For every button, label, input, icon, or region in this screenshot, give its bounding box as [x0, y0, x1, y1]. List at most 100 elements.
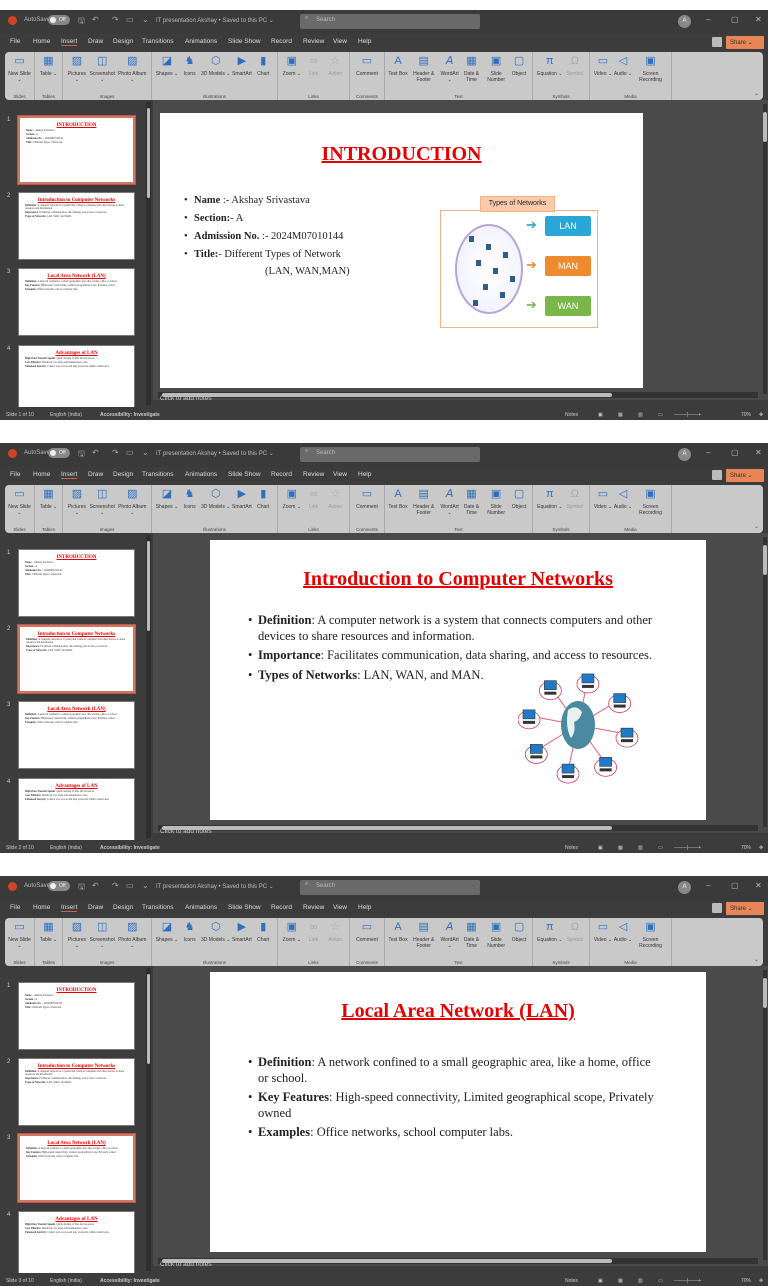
slideshow-icon[interactable]: ▭	[658, 1278, 663, 1284]
reading-view-icon[interactable]: ▥	[638, 1278, 643, 1284]
tab-design[interactable]: Design	[113, 904, 133, 911]
video-button[interactable]: ▭ Video ⌄	[593, 918, 613, 966]
zoom-level[interactable]: 70%	[741, 1278, 751, 1284]
language-indicator[interactable]: English (India)	[50, 845, 82, 851]
smartart-button[interactable]: ▶ SmartArt	[232, 485, 252, 533]
editor-horizontal-scrollbar[interactable]	[158, 392, 758, 398]
icons-button[interactable]: ♞ Icons	[180, 485, 200, 533]
tab-help[interactable]: Help	[358, 904, 371, 911]
tab-view[interactable]: View	[333, 904, 347, 911]
search-input[interactable]: Search	[300, 880, 480, 895]
table-button[interactable]: ▦ Table ⌄	[39, 52, 59, 100]
photo-album-button[interactable]: ▨ Photo Album ⌄	[117, 52, 148, 100]
tab-help[interactable]: Help	[358, 471, 371, 478]
reading-view-icon[interactable]: ▥	[638, 845, 643, 851]
slide-thumbnail[interactable]: Introduction to Computer Networks Definit…	[17, 624, 136, 694]
zoom-slider[interactable]: −——|——+	[674, 845, 701, 851]
tab-review[interactable]: Review	[303, 904, 324, 911]
object-button[interactable]: ▢ Object	[509, 918, 529, 966]
notes-pane[interactable]: Click to add notes	[153, 828, 768, 840]
zoom-button[interactable]: ▣ Zoom ⌄	[282, 52, 302, 100]
tab-slide-show[interactable]: Slide Show	[228, 471, 261, 478]
slide-thumbnail[interactable]: Local Area Network (LAN) Definition: A ne…	[18, 701, 135, 769]
search-input[interactable]: Search	[300, 14, 480, 29]
present-icon[interactable]: ▭	[126, 448, 134, 457]
comments-pane-button[interactable]	[712, 903, 722, 913]
minimize-icon[interactable]: –	[706, 881, 710, 890]
slide-thumbnail[interactable]: Advantages of LAN High-Data Transfer Spee…	[18, 1211, 135, 1273]
tab-slide-show[interactable]: Slide Show	[228, 904, 261, 911]
zoom-button[interactable]: ▣ Zoom ⌄	[282, 485, 302, 533]
tab-transitions[interactable]: Transitions	[142, 38, 174, 45]
minimize-icon[interactable]: –	[706, 448, 710, 457]
notes-button[interactable]: Notes	[565, 412, 578, 418]
audio-button[interactable]: ◁ Audio ⌄	[613, 52, 633, 100]
action-button[interactable]: ☆ Action	[325, 52, 345, 100]
notes-button[interactable]: Notes	[565, 845, 578, 851]
share-button[interactable]: Share ⌄	[726, 902, 764, 915]
autosave-toggle[interactable]: Off	[48, 881, 70, 891]
slide-sorter-icon[interactable]: ▦	[618, 845, 623, 851]
notes-pane[interactable]: Click to add notes	[153, 1261, 768, 1273]
customize-icon[interactable]: ⌄	[142, 15, 149, 24]
comments-pane-button[interactable]	[712, 37, 722, 47]
slide-thumbnail[interactable]: INTRODUCTION Name :- Akshay Srivastava Sec…	[18, 982, 135, 1050]
chart-button[interactable]: ▮ Chart	[253, 485, 273, 533]
slide-canvas[interactable]: Local Area Network (LAN) Definition: A ne…	[210, 972, 706, 1252]
normal-view-icon[interactable]: ▣	[598, 1278, 603, 1284]
tab-draw[interactable]: Draw	[88, 471, 103, 478]
slide-number-button[interactable]: ▣ Slide Number	[483, 485, 509, 533]
tab-file[interactable]: File	[10, 904, 20, 911]
undo-icon[interactable]: ↶	[92, 15, 99, 24]
slide-thumbnail[interactable]: Advantages of LAN High-Data Transfer Spee…	[18, 778, 135, 840]
scroll-thumb[interactable]	[763, 978, 767, 1008]
accessibility-status[interactable]: Accessibility: Investigate	[100, 845, 160, 851]
minimize-icon[interactable]: –	[706, 15, 710, 24]
equation-button[interactable]: π Equation ⌄	[537, 918, 562, 966]
scroll-thumb[interactable]	[162, 826, 612, 830]
accessibility-status[interactable]: Accessibility: Investigate	[100, 1278, 160, 1284]
chart-button[interactable]: ▮ Chart	[253, 52, 273, 100]
comment-button[interactable]: ▭ Comment	[356, 918, 378, 966]
tab-record[interactable]: Record	[271, 904, 292, 911]
tab-view[interactable]: View	[333, 471, 347, 478]
tab-home[interactable]: Home	[33, 38, 50, 45]
save-icon[interactable]: 🖫	[78, 15, 85, 29]
notes-button[interactable]: Notes	[565, 1278, 578, 1284]
action-button[interactable]: ☆ Action	[325, 918, 345, 966]
document-title[interactable]: IT presentation Akshay • Saved to this P…	[156, 450, 274, 457]
tab-record[interactable]: Record	[271, 38, 292, 45]
present-icon[interactable]: ▭	[126, 15, 134, 24]
smartart-button[interactable]: ▶ SmartArt	[232, 918, 252, 966]
tab-review[interactable]: Review	[303, 471, 324, 478]
reading-view-icon[interactable]: ▥	[638, 412, 643, 418]
scroll-thumb[interactable]	[162, 393, 612, 397]
undo-icon[interactable]: ↶	[92, 448, 99, 457]
screen-recording-button[interactable]: ▣ Screen Recording	[633, 52, 668, 100]
slide-thumbnail[interactable]: Advantages of LAN High-Data Transfer Spee…	[18, 345, 135, 407]
tab-insert[interactable]: Insert	[61, 471, 78, 479]
zoom-slider[interactable]: −——|——+	[674, 412, 701, 418]
scroll-thumb[interactable]	[763, 112, 767, 142]
wordart-button[interactable]: 𝘈 WordArt ⌄	[439, 485, 459, 533]
slide-canvas[interactable]: INTRODUCTIONName :- Akshay SrivastavaSec…	[160, 113, 643, 388]
smartart-button[interactable]: ▶ SmartArt	[232, 52, 252, 100]
scroll-thumb[interactable]	[147, 974, 150, 1064]
ribbon-collapse-icon[interactable]: ⌄	[754, 956, 759, 963]
zoom-level[interactable]: 70%	[741, 412, 751, 418]
avatar[interactable]: A	[678, 448, 691, 461]
chart-button[interactable]: ▮ Chart	[253, 918, 273, 966]
new-slide-button[interactable]: ▭ New Slide ⌄	[8, 52, 31, 100]
thumbnails-scrollbar[interactable]	[146, 102, 151, 405]
tab-file[interactable]: File	[10, 471, 20, 478]
photo-album-button[interactable]: ▨ Photo Album ⌄	[117, 485, 148, 533]
ribbon-collapse-icon[interactable]: ⌄	[754, 90, 759, 97]
restore-icon[interactable]: ▢	[731, 448, 739, 457]
date-time-button[interactable]: ▦ Date & Time	[460, 52, 483, 100]
screenshot-button[interactable]: ◫ Screenshot ⌄	[88, 918, 117, 966]
comment-button[interactable]: ▭ Comment	[356, 52, 378, 100]
redo-icon[interactable]: ↷	[112, 448, 119, 457]
wordart-button[interactable]: 𝘈 WordArt ⌄	[439, 918, 459, 966]
screenshot-button[interactable]: ◫ Screenshot ⌄	[88, 485, 117, 533]
3d-models-button[interactable]: ⬡ 3D Models ⌄	[201, 485, 230, 533]
